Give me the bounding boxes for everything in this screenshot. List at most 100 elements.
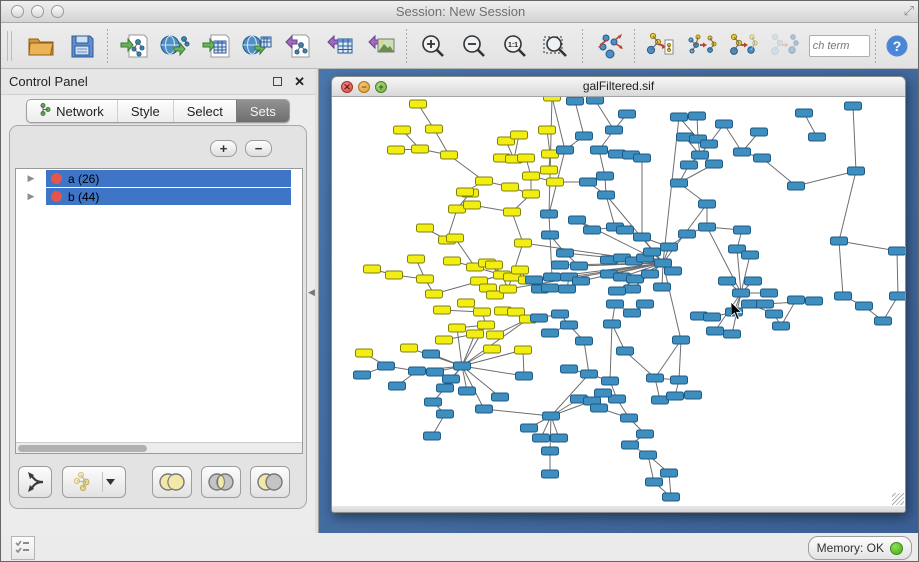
export-image-icon: [367, 33, 395, 59]
venn-union-icon: [158, 472, 186, 492]
float-panel-icon[interactable]: [273, 77, 282, 86]
zoom-out-button[interactable]: [453, 27, 494, 65]
search-input[interactable]: ch term: [809, 35, 870, 57]
toolbar-separator: [875, 29, 876, 63]
help-button[interactable]: ?: [881, 27, 914, 65]
open-folder-icon: [27, 34, 55, 58]
toolbar-grip[interactable]: [7, 31, 12, 61]
network-tree-icon: [40, 103, 51, 119]
tab-select[interactable]: Select: [173, 100, 236, 122]
set-color-icon: [51, 173, 62, 184]
help-icon: ?: [885, 34, 909, 58]
difference-sets-button[interactable]: [250, 466, 290, 498]
import-table-url-button[interactable]: [237, 27, 278, 65]
frame-bottom-bar: [332, 506, 905, 513]
set-row-b[interactable]: ▶ b (44): [16, 188, 302, 205]
hide-selected-button[interactable]: [722, 27, 763, 65]
add-set-button[interactable]: +: [210, 140, 237, 157]
sets-panel: + − ▶ a (26) ▶ b: [9, 125, 307, 509]
import-table-url-icon: [242, 33, 272, 59]
horizontal-scrollbar[interactable]: [16, 442, 302, 453]
network-frame-titlebar[interactable]: ✕ − + galFiltered.sif: [332, 77, 905, 97]
search-input-text: ch term: [813, 40, 850, 52]
export-network-button[interactable]: [278, 27, 319, 65]
status-bar: Memory: OK: [1, 533, 919, 562]
new-network-all-edges-button[interactable]: [681, 27, 722, 65]
open-session-button[interactable]: [20, 27, 61, 65]
zoom-one-to-one-icon: 1:1: [502, 33, 528, 59]
control-panel: Control Panel ✕ Network Style Select: [1, 69, 315, 533]
main-content: Control Panel ✕ Network Style Select: [1, 69, 919, 533]
import-network-file-icon: [119, 33, 149, 59]
zoom-in-icon: [420, 33, 446, 59]
set-color-icon: [51, 191, 62, 202]
tab-sets[interactable]: Sets: [236, 100, 289, 122]
task-history-button[interactable]: [11, 536, 35, 560]
apply-layout-button[interactable]: [588, 27, 629, 65]
dropdown-arrow-icon[interactable]: [106, 479, 115, 485]
floppy-disk-icon: [70, 34, 94, 58]
import-network-file-button[interactable]: [113, 27, 154, 65]
window-title: Session: New Session: [1, 4, 919, 19]
tab-network[interactable]: Network: [27, 100, 117, 122]
union-sets-button[interactable]: [152, 466, 192, 498]
memory-status-button[interactable]: Memory: OK: [808, 536, 912, 560]
intersection-sets-button[interactable]: [201, 466, 241, 498]
tab-select-label: Select: [187, 104, 223, 119]
zoom-out-icon: [461, 33, 487, 59]
network-desktop: ✕ − + galFiltered.sif: [319, 69, 919, 533]
export-table-button[interactable]: [319, 27, 360, 65]
main-toolbar: 1:1 ch term ?: [1, 23, 919, 69]
show-all-button[interactable]: [764, 27, 805, 65]
tab-style-label: Style: [131, 104, 160, 119]
svg-text:1:1: 1:1: [508, 42, 518, 49]
sets-list[interactable]: ▶ a (26) ▶ b (44): [15, 168, 303, 454]
button-divider: [102, 472, 103, 492]
extract-network-icon: [73, 471, 99, 493]
control-panel-header: Control Panel ✕: [1, 69, 315, 95]
apply-layout-icon: [594, 32, 624, 60]
zoom-fit-button[interactable]: 1:1: [495, 27, 536, 65]
set-row-a[interactable]: ▶ a (26): [16, 170, 302, 187]
close-panel-icon[interactable]: ✕: [294, 77, 305, 86]
toolbar-separator: [107, 29, 108, 63]
export-table-icon: [326, 33, 354, 59]
new-network-from-selection-button[interactable]: [640, 27, 681, 65]
network-graph[interactable]: [332, 97, 905, 506]
export-image-button[interactable]: [360, 27, 401, 65]
save-session-button[interactable]: [61, 27, 102, 65]
window-titlebar[interactable]: Session: New Session ⤢: [1, 1, 919, 23]
new-network-from-selection-icon: [646, 32, 676, 60]
venn-intersection-icon: [207, 472, 235, 492]
sets-action-buttons: [18, 466, 299, 498]
network-frame-title: galFiltered.sif: [332, 79, 905, 93]
disclosure-triangle-icon[interactable]: ▶: [16, 173, 46, 184]
zoom-selected-button[interactable]: [536, 27, 577, 65]
fullscreen-icon[interactable]: ⤢: [904, 3, 914, 19]
tab-network-label: Network: [56, 104, 104, 119]
control-panel-tabs: Network Style Select Sets: [1, 99, 315, 123]
tab-sets-label: Sets: [250, 104, 276, 119]
network-canvas[interactable]: [332, 97, 905, 506]
mouse-cursor: [731, 302, 743, 325]
extract-network-button[interactable]: [62, 466, 126, 498]
import-network-url-button[interactable]: [154, 27, 195, 65]
import-network-url-icon: [160, 33, 190, 59]
new-network-all-edges-icon: [687, 32, 717, 60]
disclosure-triangle-icon[interactable]: ▶: [16, 191, 46, 202]
toolbar-separator: [582, 29, 583, 63]
export-network-icon: [284, 33, 312, 59]
network-frame[interactable]: ✕ − + galFiltered.sif: [331, 76, 906, 513]
import-table-file-button[interactable]: [196, 27, 237, 65]
toolbar-separator: [634, 29, 635, 63]
tab-style[interactable]: Style: [117, 100, 173, 122]
zoom-in-button[interactable]: [412, 27, 453, 65]
control-panel-title: Control Panel: [9, 74, 273, 89]
remove-set-button[interactable]: −: [245, 140, 272, 157]
resize-grip[interactable]: [892, 493, 904, 505]
venn-difference-icon: [256, 472, 284, 492]
scrollbar-thumb[interactable]: [18, 445, 147, 452]
collapse-panel-icon[interactable]: ◀: [308, 287, 315, 298]
split-sets-button[interactable]: [18, 466, 52, 498]
show-all-icon: [769, 32, 799, 60]
